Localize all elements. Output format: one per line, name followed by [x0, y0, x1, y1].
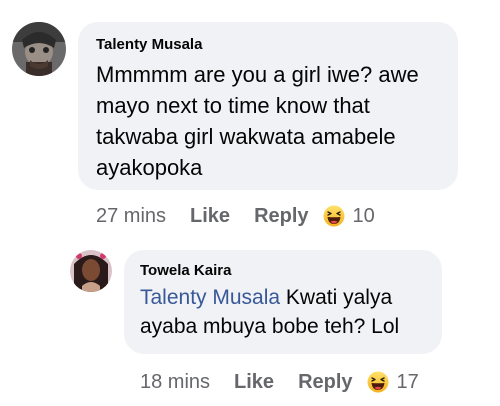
- comment-text-line: takwaba girl wakwata amabele: [96, 124, 396, 149]
- comment-text-line: Talenty Musala Kwati yalya: [140, 283, 426, 312]
- reaction-count: 17: [396, 370, 419, 393]
- comment-author[interactable]: Towela Kaira: [140, 262, 426, 279]
- reaction-summary[interactable]: 17: [367, 371, 419, 394]
- avatar[interactable]: [12, 22, 66, 76]
- comment-text-line: Mmmmm are you a girl iwe? awe: [96, 62, 419, 87]
- comment-time[interactable]: 18 mins: [140, 371, 210, 394]
- reply-button[interactable]: Reply: [254, 205, 308, 228]
- like-button[interactable]: Like: [234, 371, 274, 394]
- reply-comment: Towela Kaira Talenty Musala Kwati yalya …: [0, 240, 500, 406]
- comment-bubble: Towela Kaira Talenty Musala Kwati yalya …: [124, 250, 442, 354]
- comment: Talenty Musala Mmmmm are you a girl iwe?…: [0, 0, 500, 240]
- haha-emoji-icon: [323, 205, 345, 227]
- haha-emoji-icon: [367, 371, 389, 393]
- avatar-image-icon: [70, 250, 112, 292]
- comment-actions: 18 mins Like Reply 17: [140, 369, 419, 395]
- like-button[interactable]: Like: [190, 205, 230, 228]
- reaction-summary[interactable]: 10: [323, 205, 375, 228]
- avatar[interactable]: [70, 250, 112, 292]
- reply-button[interactable]: Reply: [298, 371, 352, 394]
- avatar-image-icon: [12, 22, 66, 76]
- mention-link[interactable]: Talenty Musala: [140, 286, 280, 309]
- comment-text-line: ayaba mbuya bobe teh? Lol: [140, 315, 400, 338]
- comment-bubble: Talenty Musala Mmmmm are you a girl iwe?…: [78, 22, 458, 190]
- comment-actions: 27 mins Like Reply 10: [96, 203, 375, 229]
- comment-text-segment: Kwati yalya: [280, 286, 393, 309]
- comment-author[interactable]: Talenty Musala: [96, 36, 440, 53]
- reaction-count: 10: [352, 204, 375, 227]
- comment-text-line: ayakopoka: [96, 155, 203, 180]
- comment-time[interactable]: 27 mins: [96, 205, 166, 228]
- comment-text-line: mayo next to time know that: [96, 93, 370, 118]
